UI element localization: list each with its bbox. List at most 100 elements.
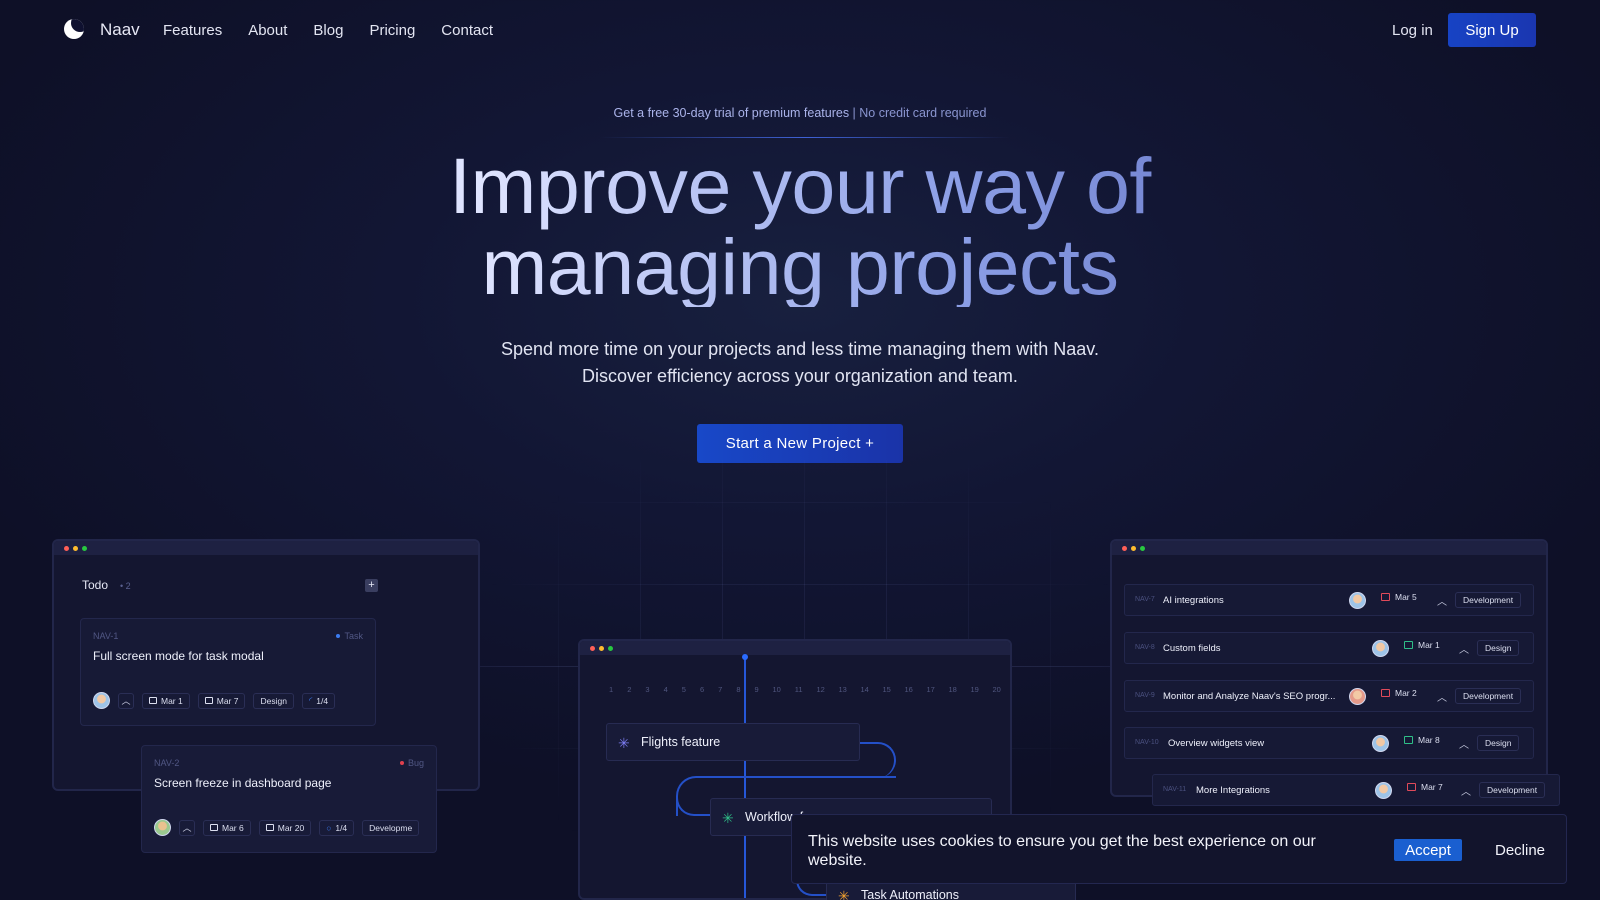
day-number: 14 xyxy=(860,685,869,694)
row-date[interactable]: Mar 2 xyxy=(1381,688,1417,698)
progress-pill[interactable]: ○ 1/4 xyxy=(319,819,355,836)
window-titlebar xyxy=(1112,541,1546,555)
priority-chevron-icon[interactable]: ︿ xyxy=(1459,736,1469,751)
in-progress-icon: ✳ xyxy=(722,810,734,826)
headline-line-1: Improve your way of xyxy=(449,141,1151,230)
avatar[interactable] xyxy=(1372,640,1389,657)
brand-name[interactable]: Naav xyxy=(100,20,140,40)
priority-chevron-icon[interactable]: ︿ xyxy=(118,692,134,709)
list-row[interactable]: NAV-10 Overview widgets view Mar 8 ︿ Des… xyxy=(1124,727,1534,759)
row-tag[interactable]: Development xyxy=(1455,592,1522,608)
progress-ring-icon: ◜ xyxy=(308,695,313,705)
task-card[interactable]: NAV-2 Bug Screen freeze in dashboard pag… xyxy=(141,745,437,853)
day-number: 19 xyxy=(970,685,979,694)
day-number: 1 xyxy=(609,685,614,694)
window-titlebar xyxy=(580,641,1010,655)
hero-subheading: Spend more time on your projects and les… xyxy=(0,336,1600,390)
avatar[interactable] xyxy=(1372,735,1389,752)
priority-chevron-icon[interactable]: ︿ xyxy=(1461,783,1471,798)
priority-chevron-icon[interactable]: ︿ xyxy=(1437,593,1447,608)
due-date-pill[interactable]: Mar 7 xyxy=(197,692,246,709)
calendar-icon xyxy=(210,824,218,831)
avatar[interactable] xyxy=(154,819,171,836)
timeline-task-label: Task Automations xyxy=(861,888,959,900)
tag-pill[interactable]: Design xyxy=(253,692,294,709)
day-number: 10 xyxy=(772,685,781,694)
login-link[interactable]: Log in xyxy=(1392,22,1433,39)
progress-pill[interactable]: ◜ 1/4 xyxy=(301,692,336,709)
task-meta: ︿ Mar 1 Mar 7 Design ◜ 1/4 xyxy=(93,692,336,709)
start-date-pill[interactable]: Mar 6 xyxy=(203,819,251,836)
decline-cookies-button[interactable]: Decline xyxy=(1486,839,1554,861)
avatar[interactable] xyxy=(1349,592,1366,609)
task-card[interactable]: NAV-1 Task Full screen mode for task mod… xyxy=(80,618,376,726)
in-progress-icon: ✳ xyxy=(838,888,850,900)
start-date-pill[interactable]: Mar 1 xyxy=(142,692,190,709)
row-title: Custom fields xyxy=(1163,643,1221,654)
maximize-dot-icon xyxy=(1140,546,1145,551)
row-date[interactable]: Mar 5 xyxy=(1381,592,1417,602)
day-number: 15 xyxy=(882,685,891,694)
list-row[interactable]: NAV-8 Custom fields Mar 1 ︿ Design xyxy=(1124,632,1534,664)
day-number: 18 xyxy=(948,685,957,694)
nav-links: Features About Blog Pricing Contact xyxy=(163,22,493,39)
add-task-button[interactable]: + xyxy=(365,579,378,592)
maximize-dot-icon xyxy=(608,646,613,651)
window-controls xyxy=(590,646,613,651)
day-number: 4 xyxy=(663,685,668,694)
day-number: 6 xyxy=(699,685,705,694)
row-title: AI integrations xyxy=(1163,595,1224,606)
calendar-icon xyxy=(1381,593,1390,601)
window-titlebar xyxy=(54,541,478,555)
avatar[interactable] xyxy=(1349,688,1366,705)
task-type-label: Task xyxy=(344,631,363,641)
timeline-task-flights[interactable]: ✳ Flights feature xyxy=(606,723,860,761)
window-controls xyxy=(1122,546,1145,551)
calendar-icon xyxy=(204,697,213,704)
nav-link-features[interactable]: Features xyxy=(163,22,222,39)
row-date[interactable]: Mar 8 xyxy=(1404,735,1440,745)
todo-column-title: Todo xyxy=(82,578,109,592)
close-dot-icon xyxy=(590,646,595,651)
signup-button[interactable]: Sign Up xyxy=(1448,13,1536,47)
row-tag[interactable]: Design xyxy=(1477,640,1520,656)
start-project-button[interactable]: Start a New Project + xyxy=(697,424,903,463)
list-row[interactable]: NAV-11 More Integrations Mar 7 ︿ Develop… xyxy=(1152,774,1560,806)
due-date-pill[interactable]: Mar 20 xyxy=(258,819,312,836)
task-type-label: Bug xyxy=(407,758,424,768)
task-type: Bug xyxy=(399,758,424,768)
today-marker-dot xyxy=(742,654,748,660)
nav-link-contact[interactable]: Contact xyxy=(441,22,493,39)
calendar-icon xyxy=(265,824,274,831)
list-row[interactable]: NAV-9 Monitor and Analyze Naav's SEO pro… xyxy=(1124,680,1534,712)
priority-chevron-icon[interactable]: ︿ xyxy=(179,819,195,836)
row-tag[interactable]: Design xyxy=(1477,735,1520,751)
list-row[interactable]: NAV-7 AI integrations Mar 5 ︿ Developmen… xyxy=(1124,584,1534,616)
row-tag[interactable]: Development xyxy=(1455,688,1522,704)
dependency-connector xyxy=(858,742,896,778)
nav-link-about[interactable]: About xyxy=(248,22,287,39)
row-date[interactable]: Mar 7 xyxy=(1407,782,1443,792)
priority-chevron-icon[interactable]: ︿ xyxy=(1437,689,1447,704)
naav-logo-icon[interactable] xyxy=(64,19,84,39)
row-id: NAV-9 xyxy=(1135,692,1155,699)
row-title: Monitor and Analyze Naav's SEO progr... xyxy=(1163,691,1336,702)
priority-chevron-icon[interactable]: ︿ xyxy=(1459,641,1469,656)
nav-link-pricing[interactable]: Pricing xyxy=(369,22,415,39)
promo-banner[interactable]: Get a free 30-day trial of premium featu… xyxy=(0,106,1600,120)
nav-link-blog[interactable]: Blog xyxy=(313,22,343,39)
avatar[interactable] xyxy=(1375,782,1392,799)
row-date[interactable]: Mar 1 xyxy=(1404,640,1440,650)
calendar-icon xyxy=(149,697,157,704)
calendar-icon xyxy=(1407,783,1416,791)
day-number: 16 xyxy=(904,685,913,694)
close-dot-icon xyxy=(64,546,69,551)
type-dot-icon xyxy=(399,761,404,765)
tag-pill[interactable]: Developme xyxy=(362,819,420,836)
accept-cookies-button[interactable]: Accept xyxy=(1394,839,1462,861)
day-number: 11 xyxy=(794,685,803,694)
avatar[interactable] xyxy=(93,692,110,709)
row-title: More Integrations xyxy=(1196,785,1270,796)
row-tag[interactable]: Development xyxy=(1479,782,1546,798)
timeline-day-numbers: 1 2 3 4 5 6 7 8 9 10 11 12 13 14 15 16 1… xyxy=(602,685,1008,694)
